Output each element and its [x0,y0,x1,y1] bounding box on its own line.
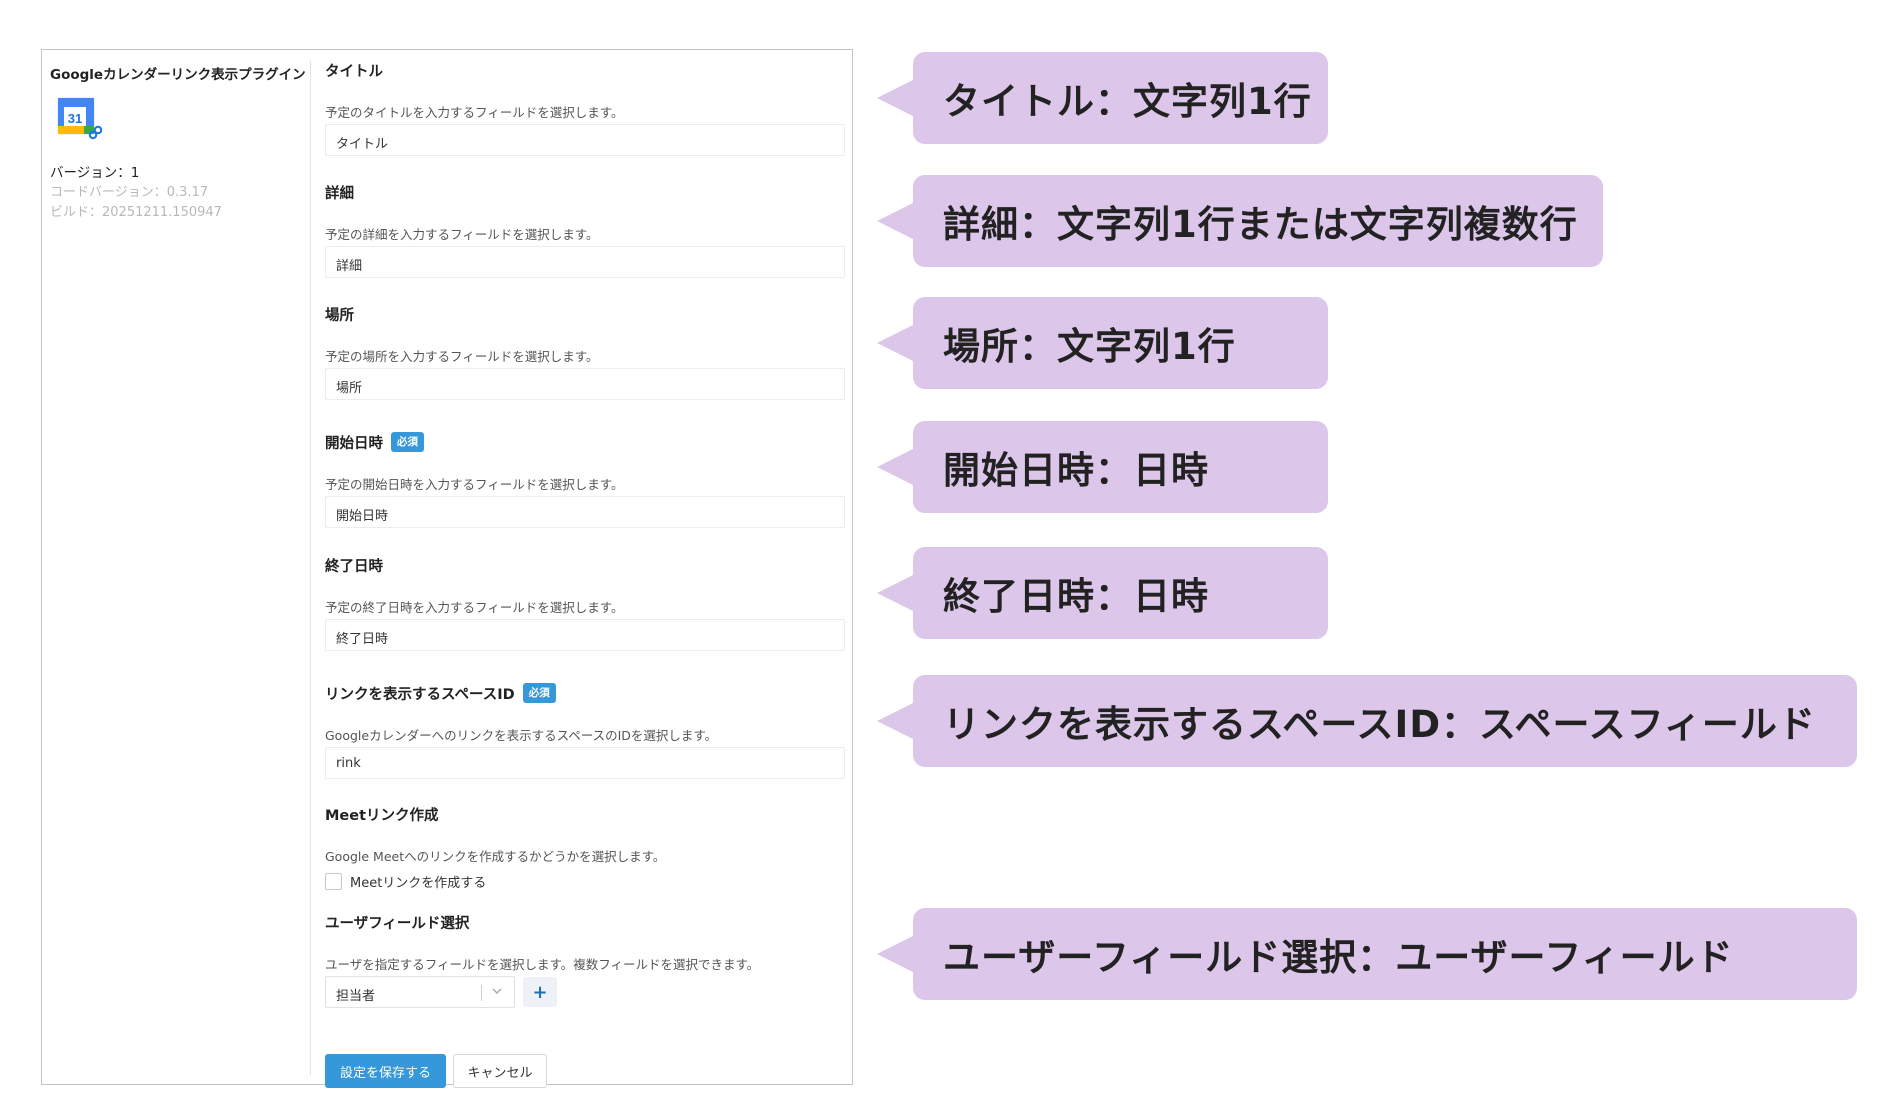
detail-section: 詳細 予定の詳細を入力するフィールドを選択します。 詳細 [325,182,845,278]
user-field-select-row: 担当者 + [325,976,557,1008]
cancel-button[interactable]: キャンセル [453,1054,547,1088]
plugin-version: バージョン：1 [50,165,140,181]
location-label: 場所 [325,307,354,324]
title-section: タイトル 予定のタイトルを入力するフィールドを選択します。 タイトル [325,60,845,156]
callout-start-datetime: 開始日時：日時 [877,421,1328,513]
end-datetime-label: 終了日時 [325,558,383,575]
end-datetime-description: 予定の終了日時を入力するフィールドを選択します。 [325,600,624,615]
callout-space-id-text: リンクを表示するスペースID：スペースフィールド [943,703,1816,746]
location-description: 予定の場所を入力するフィールドを選択します。 [325,349,599,364]
add-user-field-button[interactable]: + [523,977,557,1007]
space-id-label: リンクを表示するスペースID [325,686,515,703]
start-datetime-field-select[interactable]: 開始日時 [325,496,845,528]
callout-space-id: リンクを表示するスペースID：スペースフィールド [877,675,1857,767]
title-description: 予定のタイトルを入力するフィールドを選択します。 [325,105,624,120]
start-datetime-label-row: 開始日時 必須 [325,432,845,452]
plugin-settings-panel: Googleカレンダーリンク表示プラグイン 31 バージョン：1 コードバージョ… [41,49,853,1088]
form-buttons: 設定を保存する キャンセル [325,1054,547,1088]
title-label: タイトル [325,63,383,80]
callout-title: タイトル：文字列1行 [877,52,1328,144]
chevron-down-icon [492,988,502,995]
space-id-field-select[interactable]: rink [325,747,845,779]
callout-end-datetime-text: 終了日時：日時 [943,575,1209,618]
detail-description: 予定の詳細を入力するフィールドを選択します。 [325,227,599,242]
required-badge: 必須 [522,683,556,703]
callout-location-text: 場所：文字列1行 [943,325,1236,368]
callout-end-datetime: 終了日時：日時 [877,547,1328,639]
start-datetime-label: 開始日時 [325,435,383,452]
location-section: 場所 予定の場所を入力するフィールドを選択します。 場所 [325,304,845,400]
plugin-title: Googleカレンダーリンク表示プラグイン [50,67,306,83]
callout-location: 場所：文字列1行 [877,297,1328,389]
required-badge: 必須 [391,432,424,452]
callout-user-field-text: ユーザーフィールド選択：ユーザーフィールド [943,936,1734,979]
space-id-section: リンクを表示するスペースID 必須 Googleカレンダーへのリンクを表示するス… [325,683,845,779]
end-datetime-field-select[interactable]: 終了日時 [325,619,845,651]
user-field-section: ユーザフィールド選択 ユーザを指定するフィールドを選択します。複数フィールドを選… [325,912,845,1008]
start-datetime-description: 予定の開始日時を入力するフィールドを選択します。 [325,477,624,492]
callout-user-field: ユーザーフィールド選択：ユーザーフィールド [877,908,1857,1000]
callout-title-text: タイトル：文字列1行 [943,80,1312,123]
detail-label: 詳細 [325,185,354,202]
callout-detail-text: 詳細：文字列1行または文字列複数行 [943,203,1578,246]
plugin-info-sidebar: Googleカレンダーリンク表示プラグイン 31 バージョン：1 コードバージョ… [50,60,306,220]
location-field-select[interactable]: 場所 [325,368,845,400]
start-datetime-section: 開始日時 必須 予定の開始日時を入力するフィールドを選択します。 開始日時 [325,432,845,528]
plugin-code-version: コードバージョン：0.3.17 [50,185,209,200]
callout-start-datetime-text: 開始日時：日時 [943,449,1209,492]
meet-checkbox-label[interactable]: Meetリンクを作成する [350,872,486,891]
title-field-select[interactable]: タイトル [325,124,845,156]
user-field-description: ユーザを指定するフィールドを選択します。複数フィールドを選択できます。 [325,957,760,972]
detail-field-select[interactable]: 詳細 [325,246,845,278]
space-id-label-row: リンクを表示するスペースID 必須 [325,683,845,703]
user-field-select[interactable]: 担当者 [325,976,515,1008]
meet-checkbox-row[interactable]: Meetリンクを作成する [325,872,486,891]
meet-checkbox[interactable] [325,873,342,890]
sidebar-divider [310,60,311,1075]
save-button[interactable]: 設定を保存する [325,1054,446,1088]
meet-description: Google Meetへのリンクを作成するかどうかを選択します。 [325,849,666,864]
callout-detail: 詳細：文字列1行または文字列複数行 [877,175,1603,267]
user-field-selected-value: 担当者 [336,989,376,1004]
select-separator [481,985,482,1001]
meet-section: Meetリンク作成 Google Meetへのリンクを作成するかどうかを選択しま… [325,804,845,891]
google-calendar-icon: 31 [57,97,102,140]
calendar-logo-number: 31 [68,111,82,126]
end-datetime-section: 終了日時 予定の終了日時を入力するフィールドを選択します。 終了日時 [325,555,845,651]
user-field-label: ユーザフィールド選択 [325,915,470,932]
space-id-description: Googleカレンダーへのリンクを表示するスペースのIDを選択します。 [325,728,718,743]
meet-label: Meetリンク作成 [325,807,439,824]
plugin-build: ビルド：20251211.150947 [50,205,222,220]
